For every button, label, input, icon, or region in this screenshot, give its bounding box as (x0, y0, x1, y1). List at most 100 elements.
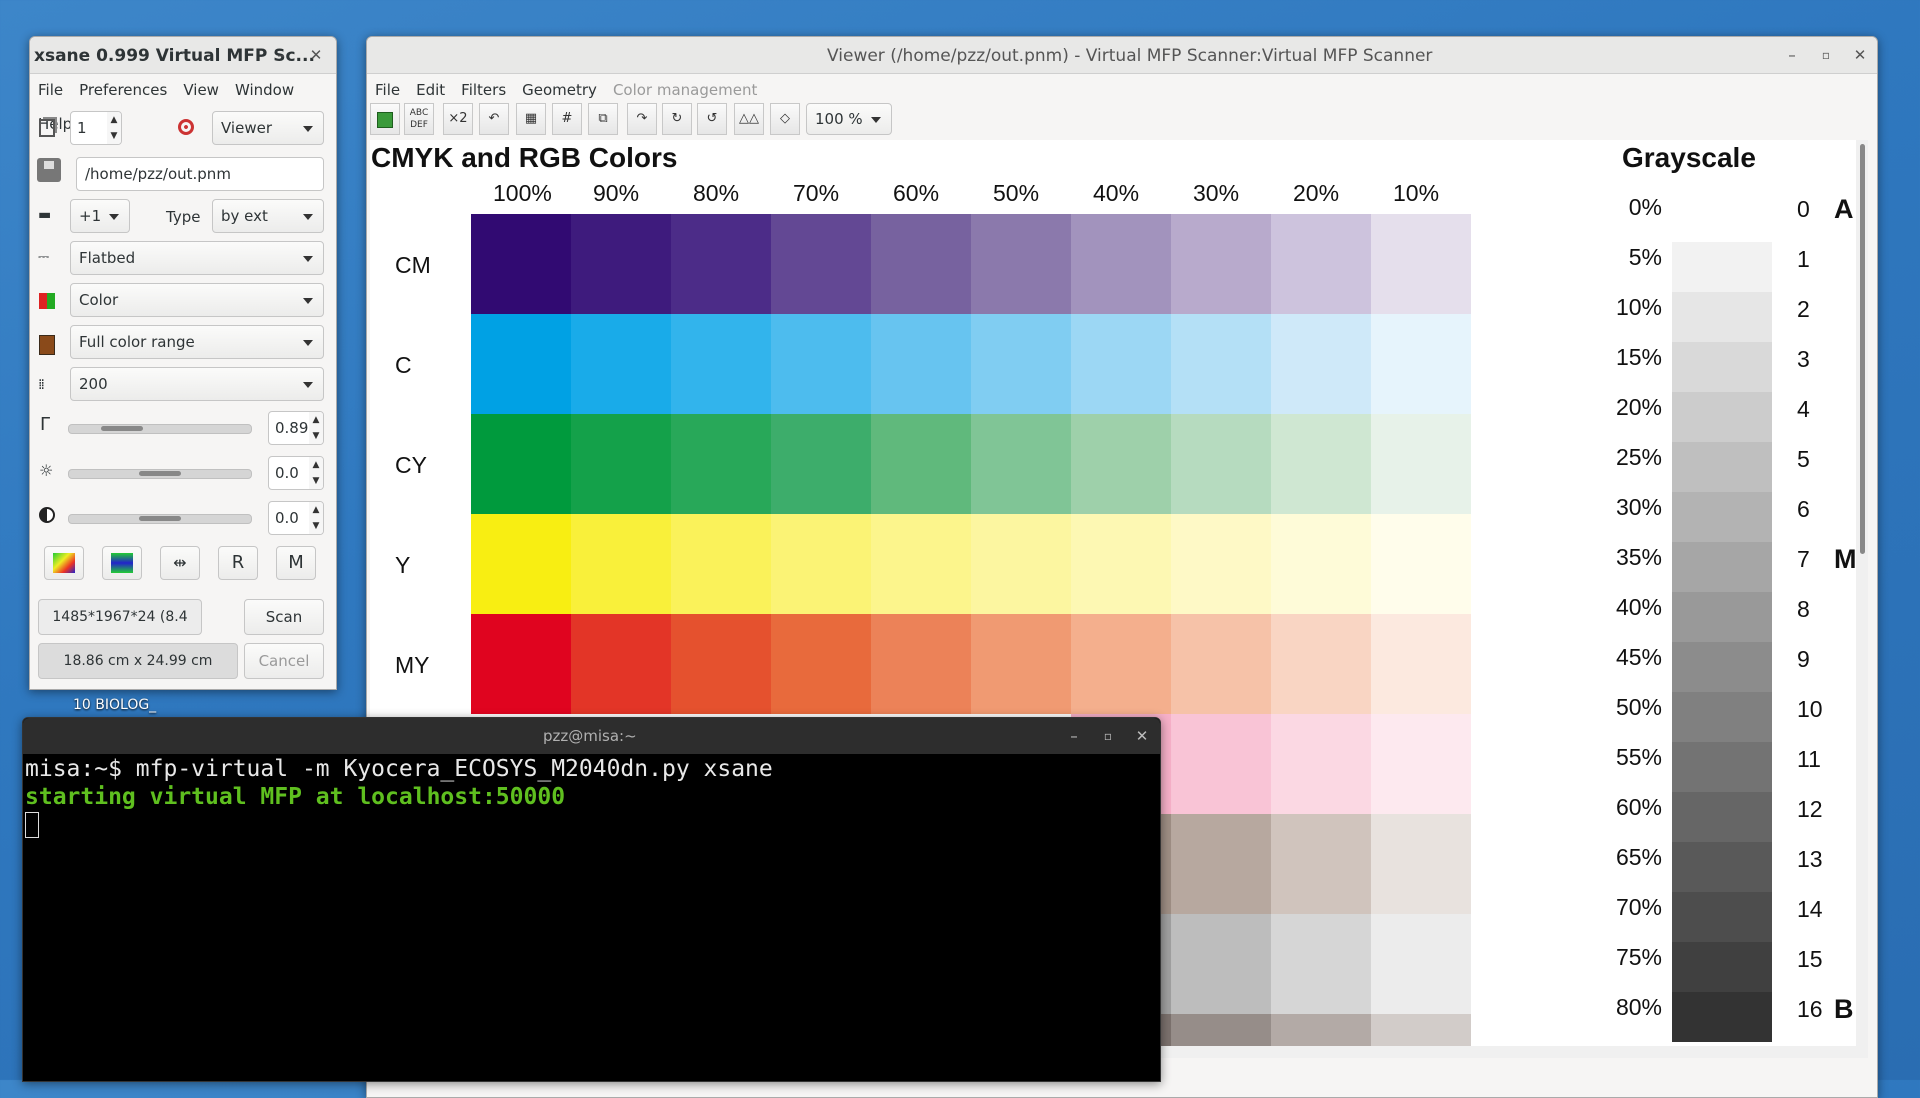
source-select[interactable]: Flatbed (70, 241, 324, 275)
brightness-slider[interactable] (68, 469, 252, 479)
type-value: by ext (221, 207, 268, 225)
scan-button[interactable]: Scan (244, 599, 324, 635)
maximize-icon[interactable]: ▫ (1815, 44, 1837, 66)
image-info: 1485*1967*24 (8.4 MB) (38, 599, 202, 659)
target-select[interactable]: Viewer (212, 111, 324, 145)
color-patch (1171, 614, 1271, 714)
xsane-menu-window[interactable]: Window (227, 73, 302, 107)
color-patch (871, 414, 971, 514)
cancel-button[interactable]: Cancel (244, 643, 324, 679)
minimize-icon[interactable]: – (1781, 44, 1803, 66)
decrement-icon[interactable]: ▼ (309, 518, 323, 534)
terminal-line-command: misa:~$ mfp-virtual -m Kyocera_ECOSYS_M2… (25, 756, 773, 782)
resolution-select[interactable]: 200 (70, 367, 324, 401)
decrement-icon[interactable]: ▼ (309, 473, 323, 489)
decrement-icon[interactable]: ▼ (309, 428, 323, 444)
increment-icon[interactable]: ▲ (107, 112, 121, 128)
color-patch (471, 514, 571, 614)
step-select[interactable]: +1 (70, 199, 130, 233)
undo-icon[interactable]: ↶ (479, 103, 509, 135)
maximize-icon[interactable]: ▫ (1097, 725, 1119, 747)
color-patch (671, 314, 771, 414)
clone-icon[interactable]: ×2 (443, 103, 473, 135)
step-value: +1 (79, 207, 102, 225)
close-icon[interactable]: ✕ (1849, 44, 1871, 66)
default-enhance-icon (111, 553, 133, 573)
viewer-menu-edit[interactable]: Edit (408, 73, 453, 107)
copies-spinner[interactable]: 1 ▲ ▼ (70, 111, 122, 145)
color-patch (1171, 214, 1271, 314)
xsane-menu-preferences[interactable]: Preferences (71, 73, 175, 107)
increment-icon[interactable]: ▲ (309, 457, 323, 473)
color-patch (671, 214, 771, 314)
restore-button[interactable]: ⇹ (160, 546, 200, 580)
gray-percent-label: 40% (1615, 594, 1662, 620)
color-patch (1071, 314, 1171, 414)
type-select[interactable]: by ext (212, 199, 324, 233)
gray-percent-label: 5% (1628, 244, 1662, 270)
gamma-spinner[interactable]: 0.89 ▲ ▼ (268, 411, 324, 445)
mirror-y-icon[interactable]: ◇ (770, 103, 800, 135)
decrement-icon[interactable]: ▼ (107, 128, 121, 144)
filename-input[interactable]: /home/pzz/out.pnm (76, 157, 324, 191)
xsane-menubar: File Preferences View WindowHelp (30, 73, 336, 133)
increment-icon[interactable]: ▲ (309, 412, 323, 428)
close-icon[interactable]: ✕ (1131, 725, 1153, 747)
gamma-slider[interactable] (68, 424, 252, 434)
viewer-titlebar[interactable]: Viewer (/home/pzz/out.pnm) - Virtual MFP… (367, 37, 1877, 74)
image-size-value: 18.86 cm x 24.99 cm (63, 653, 213, 669)
row-label: Y (395, 552, 411, 578)
save-icon[interactable] (370, 103, 400, 135)
viewer-menu-geometry[interactable]: Geometry (514, 73, 605, 107)
viewer-menu-file[interactable]: File (367, 73, 408, 107)
minimize-icon[interactable]: – (270, 44, 292, 66)
default-enhance-button[interactable] (102, 546, 142, 580)
gray-percent-label: 55% (1615, 744, 1662, 770)
terminal-output[interactable]: misa:~$ mfp-virtual -m Kyocera_ECOSYS_M2… (23, 754, 1160, 1081)
rotate-270-icon[interactable]: ↺ (697, 103, 727, 135)
auto-enhance-button[interactable] (44, 546, 84, 580)
increment-icon[interactable]: ▲ (309, 502, 323, 518)
color-patch (1171, 814, 1271, 914)
xsane-titlebar[interactable]: xsane 0.999 Virtual MFP Sc... – ✕ (30, 37, 336, 74)
resolution-icon: ⁞⁞ (38, 377, 45, 393)
color-patch (771, 414, 871, 514)
rotate-180-icon[interactable]: ↻ (662, 103, 692, 135)
desktop-icon-label[interactable]: 10 BIOLOG_ (73, 697, 156, 713)
mirror-x-icon[interactable]: △△ (734, 103, 764, 135)
xsane-menu-view[interactable]: View (175, 73, 227, 107)
minimize-icon[interactable]: – (1063, 725, 1085, 747)
zoom-select[interactable]: 100 % (806, 103, 892, 135)
rotate-90-icon[interactable]: ↷ (627, 103, 657, 135)
xsane-menu-file[interactable]: File (30, 73, 71, 107)
grid-icon[interactable]: # (552, 103, 582, 135)
color-patch (571, 214, 671, 314)
contrast-value: 0.0 (275, 509, 299, 527)
gray-percent-label: 0% (1628, 194, 1662, 220)
scale-icon[interactable]: ▦ (516, 103, 546, 135)
store-button[interactable]: R (218, 546, 258, 580)
terminal-titlebar[interactable]: pzz@misa:~ – ▫ ✕ (23, 718, 1160, 755)
gray-patch (1672, 992, 1772, 1042)
row-label: CM (395, 252, 431, 278)
memory-button[interactable]: M (276, 546, 316, 580)
floppy-icon[interactable] (37, 158, 61, 182)
gray-index-label: 8 (1797, 596, 1810, 622)
copies-value: 1 (77, 119, 87, 137)
crop-icon[interactable]: ⧉ (588, 103, 618, 135)
mode-select[interactable]: Color (70, 283, 324, 317)
row-label: C (395, 352, 412, 378)
close-icon[interactable]: ✕ (305, 44, 327, 66)
color-range-select[interactable]: Full color range (70, 325, 324, 359)
vertical-scrollbar[interactable] (1860, 144, 1865, 554)
contrast-spinner[interactable]: 0.0 ▲ ▼ (268, 501, 324, 535)
color-patch (1171, 1014, 1271, 1046)
gray-patch (1672, 442, 1772, 492)
ocr-icon[interactable]: ABC DEF (404, 103, 434, 135)
color-patch (1171, 714, 1271, 814)
contrast-slider[interactable] (68, 514, 252, 524)
color-patch (1371, 514, 1471, 614)
gray-patch (1672, 292, 1772, 342)
viewer-menu-filters[interactable]: Filters (453, 73, 514, 107)
brightness-spinner[interactable]: 0.0 ▲ ▼ (268, 456, 324, 490)
